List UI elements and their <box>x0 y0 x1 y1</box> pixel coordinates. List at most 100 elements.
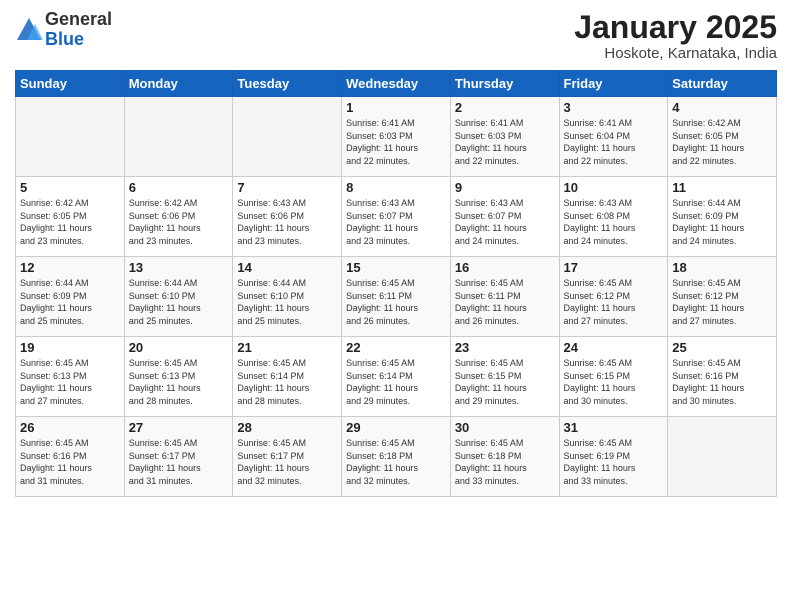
day-cell-24: 24 Sunrise: 6:45 AMSunset: 6:15 PMDayligh… <box>559 337 668 417</box>
day-number: 30 <box>455 420 555 435</box>
day-number: 26 <box>20 420 120 435</box>
day-cell-empty <box>233 97 342 177</box>
day-info: Sunrise: 6:45 AMSunset: 6:14 PMDaylight:… <box>346 357 446 407</box>
day-number: 21 <box>237 340 337 355</box>
day-cell-19: 19 Sunrise: 6:45 AMSunset: 6:13 PMDayligh… <box>16 337 125 417</box>
day-info: Sunrise: 6:42 AMSunset: 6:05 PMDaylight:… <box>672 117 772 167</box>
day-cell-29: 29Sunrise: 6:45 AMSunset: 6:18 PMDayligh… <box>342 417 451 497</box>
day-info: Sunrise: 6:44 AMSunset: 6:09 PMDaylight:… <box>672 197 772 247</box>
day-info: Sunrise: 6:44 AMSunset: 6:09 PMDaylight:… <box>20 277 120 327</box>
day-cell-1: 1 Sunrise: 6:41 AMSunset: 6:03 PMDaylight… <box>342 97 451 177</box>
header-row: SundayMondayTuesdayWednesdayThursdayFrid… <box>16 71 777 97</box>
day-cell-11: 11 Sunrise: 6:44 AMSunset: 6:09 PMDayligh… <box>668 177 777 257</box>
day-info: Sunrise: 6:41 AMSunset: 6:03 PMDaylight:… <box>346 117 446 167</box>
day-number: 22 <box>346 340 446 355</box>
day-info: Sunrise: 6:43 AMSunset: 6:07 PMDaylight:… <box>455 197 555 247</box>
day-cell-13: 13 Sunrise: 6:44 AMSunset: 6:10 PMDayligh… <box>124 257 233 337</box>
day-cell-empty <box>16 97 125 177</box>
day-cell-22: 22 Sunrise: 6:45 AMSunset: 6:14 PMDayligh… <box>342 337 451 417</box>
day-info: Sunrise: 6:41 AMSunset: 6:03 PMDaylight:… <box>455 117 555 167</box>
header: General Blue January 2025 Hoskote, Karna… <box>15 10 777 62</box>
day-cell-21: 21 Sunrise: 6:45 AMSunset: 6:14 PMDayligh… <box>233 337 342 417</box>
day-info: Sunrise: 6:43 AMSunset: 6:06 PMDaylight:… <box>237 197 337 247</box>
day-info: Sunrise: 6:44 AMSunset: 6:10 PMDaylight:… <box>237 277 337 327</box>
day-number: 23 <box>455 340 555 355</box>
day-number: 27 <box>129 420 229 435</box>
day-info: Sunrise: 6:45 AMSunset: 6:14 PMDaylight:… <box>237 357 337 407</box>
week-row-2: 12Sunrise: 6:44 AMSunset: 6:09 PMDayligh… <box>16 257 777 337</box>
location: Hoskote, Karnataka, India <box>574 45 777 62</box>
day-number: 28 <box>237 420 337 435</box>
day-number: 3 <box>564 100 664 115</box>
header-day-wednesday: Wednesday <box>342 71 451 97</box>
day-cell-6: 6Sunrise: 6:42 AMSunset: 6:06 PMDaylight… <box>124 177 233 257</box>
day-info: Sunrise: 6:43 AMSunset: 6:07 PMDaylight:… <box>346 197 446 247</box>
logo-icon <box>15 16 43 44</box>
day-cell-9: 9 Sunrise: 6:43 AMSunset: 6:07 PMDaylight… <box>450 177 559 257</box>
day-cell-empty <box>124 97 233 177</box>
header-day-monday: Monday <box>124 71 233 97</box>
week-row-4: 26Sunrise: 6:45 AMSunset: 6:16 PMDayligh… <box>16 417 777 497</box>
day-cell-25: 25 Sunrise: 6:45 AMSunset: 6:16 PMDayligh… <box>668 337 777 417</box>
header-day-thursday: Thursday <box>450 71 559 97</box>
day-info: Sunrise: 6:45 AMSunset: 6:11 PMDaylight:… <box>346 277 446 327</box>
day-cell-7: 7Sunrise: 6:43 AMSunset: 6:06 PMDaylight… <box>233 177 342 257</box>
day-number: 14 <box>237 260 337 275</box>
logo: General Blue <box>15 10 112 50</box>
header-day-friday: Friday <box>559 71 668 97</box>
calendar-header: SundayMondayTuesdayWednesdayThursdayFrid… <box>16 71 777 97</box>
day-cell-empty <box>668 417 777 497</box>
day-cell-4: 4Sunrise: 6:42 AMSunset: 6:05 PMDaylight… <box>668 97 777 177</box>
day-cell-17: 17Sunrise: 6:45 AMSunset: 6:12 PMDayligh… <box>559 257 668 337</box>
day-number: 9 <box>455 180 555 195</box>
week-row-1: 5Sunrise: 6:42 AMSunset: 6:05 PMDaylight… <box>16 177 777 257</box>
day-number: 19 <box>20 340 120 355</box>
header-day-tuesday: Tuesday <box>233 71 342 97</box>
logo-text: General Blue <box>45 10 112 50</box>
day-cell-28: 28 Sunrise: 6:45 AMSunset: 6:17 PMDayligh… <box>233 417 342 497</box>
day-cell-30: 30Sunrise: 6:45 AMSunset: 6:18 PMDayligh… <box>450 417 559 497</box>
logo-blue: Blue <box>45 30 112 50</box>
calendar-body: 1 Sunrise: 6:41 AMSunset: 6:03 PMDaylight… <box>16 97 777 497</box>
day-cell-20: 20Sunrise: 6:45 AMSunset: 6:13 PMDayligh… <box>124 337 233 417</box>
day-cell-26: 26Sunrise: 6:45 AMSunset: 6:16 PMDayligh… <box>16 417 125 497</box>
day-number: 1 <box>346 100 446 115</box>
day-cell-2: 2 Sunrise: 6:41 AMSunset: 6:03 PMDaylight… <box>450 97 559 177</box>
day-number: 6 <box>129 180 229 195</box>
day-cell-15: 15Sunrise: 6:45 AMSunset: 6:11 PMDayligh… <box>342 257 451 337</box>
day-number: 2 <box>455 100 555 115</box>
day-cell-23: 23Sunrise: 6:45 AMSunset: 6:15 PMDayligh… <box>450 337 559 417</box>
day-info: Sunrise: 6:45 AMSunset: 6:16 PMDaylight:… <box>672 357 772 407</box>
day-number: 13 <box>129 260 229 275</box>
day-info: Sunrise: 6:44 AMSunset: 6:10 PMDaylight:… <box>129 277 229 327</box>
day-info: Sunrise: 6:45 AMSunset: 6:13 PMDaylight:… <box>129 357 229 407</box>
day-number: 10 <box>564 180 664 195</box>
day-info: Sunrise: 6:45 AMSunset: 6:17 PMDaylight:… <box>129 437 229 487</box>
day-info: Sunrise: 6:45 AMSunset: 6:18 PMDaylight:… <box>346 437 446 487</box>
day-cell-18: 18Sunrise: 6:45 AMSunset: 6:12 PMDayligh… <box>668 257 777 337</box>
day-cell-31: 31Sunrise: 6:45 AMSunset: 6:19 PMDayligh… <box>559 417 668 497</box>
day-info: Sunrise: 6:41 AMSunset: 6:04 PMDaylight:… <box>564 117 664 167</box>
day-cell-5: 5Sunrise: 6:42 AMSunset: 6:05 PMDaylight… <box>16 177 125 257</box>
day-cell-10: 10Sunrise: 6:43 AMSunset: 6:08 PMDayligh… <box>559 177 668 257</box>
logo-general: General <box>45 10 112 30</box>
title-section: January 2025 Hoskote, Karnataka, India <box>574 10 777 62</box>
day-info: Sunrise: 6:45 AMSunset: 6:15 PMDaylight:… <box>564 357 664 407</box>
header-day-saturday: Saturday <box>668 71 777 97</box>
month-title: January 2025 <box>574 10 777 45</box>
day-number: 24 <box>564 340 664 355</box>
day-info: Sunrise: 6:45 AMSunset: 6:17 PMDaylight:… <box>237 437 337 487</box>
day-number: 11 <box>672 180 772 195</box>
day-cell-16: 16Sunrise: 6:45 AMSunset: 6:11 PMDayligh… <box>450 257 559 337</box>
day-number: 5 <box>20 180 120 195</box>
day-info: Sunrise: 6:45 AMSunset: 6:12 PMDaylight:… <box>564 277 664 327</box>
day-cell-14: 14 Sunrise: 6:44 AMSunset: 6:10 PMDayligh… <box>233 257 342 337</box>
day-number: 8 <box>346 180 446 195</box>
day-number: 25 <box>672 340 772 355</box>
header-day-sunday: Sunday <box>16 71 125 97</box>
day-info: Sunrise: 6:45 AMSunset: 6:12 PMDaylight:… <box>672 277 772 327</box>
day-number: 31 <box>564 420 664 435</box>
day-info: Sunrise: 6:45 AMSunset: 6:13 PMDaylight:… <box>20 357 120 407</box>
day-cell-3: 3 Sunrise: 6:41 AMSunset: 6:04 PMDaylight… <box>559 97 668 177</box>
week-row-0: 1 Sunrise: 6:41 AMSunset: 6:03 PMDaylight… <box>16 97 777 177</box>
